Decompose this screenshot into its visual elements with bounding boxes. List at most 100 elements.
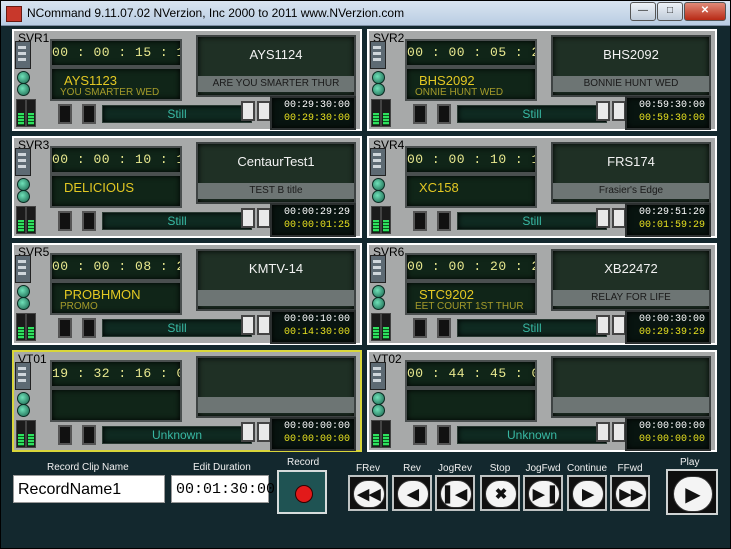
jogfwd-icon: ▶▐ (528, 480, 560, 508)
toggle-b[interactable] (257, 101, 271, 121)
status-display: Still (102, 105, 252, 123)
ffwd-button[interactable]: ▶▶ (610, 475, 650, 511)
indicator-light-icon (17, 297, 30, 310)
toggle-a[interactable] (241, 315, 255, 335)
deck-icon (15, 148, 31, 176)
jogrev-icon: ▌◀ (440, 480, 472, 508)
indicator-light-icon (372, 297, 385, 310)
toggle-a[interactable] (596, 101, 610, 121)
current-clip-title: YOU SMARTER WED (60, 87, 160, 98)
next-clip-title (198, 397, 354, 413)
duration-display: 00:00:30:00 00:29:39:29 (625, 310, 711, 344)
toggle-a[interactable] (596, 422, 610, 442)
indicator-light-icon (17, 404, 30, 417)
duration-remaining: 00:00:01:25 (283, 220, 350, 231)
duration-total: 00:59:30:00 (638, 100, 705, 111)
toggle-a[interactable] (596, 208, 610, 228)
close-button[interactable]: ✕ (684, 2, 726, 21)
audio-meter-left (16, 99, 26, 127)
slot-indicator (82, 211, 96, 231)
duration-total: 00:00:00:00 (283, 421, 350, 432)
slot-indicator (82, 425, 96, 445)
duration-total: 00:29:30:00 (283, 100, 350, 111)
continue-button[interactable]: ▶ (567, 475, 607, 511)
current-clip-display: PROBHMON PROMO (50, 281, 182, 315)
toggle-b[interactable] (612, 101, 626, 121)
channel-panel-svr3[interactable]: SVR3 00 : 00 : 10 : 17 DELICIOUS Centaur… (12, 136, 362, 238)
audio-meter-right (381, 313, 391, 341)
next-clip-id: CentaurTest1 (237, 154, 315, 169)
channel-panel-vt02[interactable]: VT02 00 : 44 : 45 : 04 Unknown 00:00:00:… (367, 350, 717, 452)
title-bar: NCommand 9.11.07.02 NVerzion, Inc 2000 t… (1, 1, 730, 26)
duration-remaining: 00:29:39:29 (638, 327, 705, 338)
timecode-display: 00 : 44 : 45 : 04 (405, 360, 537, 388)
duration-display: 00:29:30:00 00:29:30:00 (270, 96, 356, 130)
deck-icon (15, 41, 31, 69)
rev-button[interactable]: ◀ (392, 475, 432, 511)
duration-remaining: 00:29:30:00 (283, 113, 350, 124)
edit-duration-input[interactable]: 00:01:30:00 (171, 475, 275, 503)
slot-indicator (82, 318, 96, 338)
maximize-button[interactable]: □ (657, 2, 683, 21)
next-clip-title: BONNIE HUNT WED (553, 76, 709, 92)
record-clip-name-label: Record Clip Name (47, 462, 129, 473)
transport-label-jogfwd: JogFwd (525, 463, 561, 474)
record-button[interactable] (277, 470, 327, 514)
slot-indicator (437, 425, 451, 445)
record-icon (295, 485, 313, 503)
record-clip-name-input[interactable]: RecordName1 (13, 475, 165, 503)
status-display: Still (102, 319, 252, 337)
slot-indicator (437, 211, 451, 231)
slot-indicator (58, 318, 72, 338)
next-clip-title (198, 290, 354, 306)
next-clip-id: FRS174 (607, 154, 655, 169)
minimize-button[interactable]: — (630, 2, 656, 21)
audio-meter-right (381, 420, 391, 448)
channel-panel-svr6[interactable]: SVR6 00 : 00 : 20 : 29 STC9202 EET COURT… (367, 243, 717, 345)
toggle-a[interactable] (596, 315, 610, 335)
continue-icon: ▶ (572, 480, 604, 508)
channel-panel-svr4[interactable]: SVR4 00 : 00 : 10 : 12 XC158 FRS174 Fras… (367, 136, 717, 238)
toggle-a[interactable] (241, 101, 255, 121)
toggle-b[interactable] (257, 422, 271, 442)
indicator-light-icon (17, 190, 30, 203)
slot-indicator (413, 104, 427, 124)
audio-meter-left (371, 420, 381, 448)
toggle-b[interactable] (257, 315, 271, 335)
next-clip-title: TEST B title (198, 183, 354, 199)
deck-icon (15, 255, 31, 283)
duration-display: 00:59:30:00 00:59:30:00 (625, 96, 711, 130)
channel-panel-vt01[interactable]: VT01 19 : 32 : 16 : 00 Unknown 00:00:00:… (12, 350, 362, 452)
toggle-a[interactable] (241, 208, 255, 228)
toggle-b[interactable] (612, 315, 626, 335)
duration-total: 00:29:51:20 (638, 207, 705, 218)
indicator-light-icon (372, 190, 385, 203)
deck-icon (370, 41, 386, 69)
audio-meter-left (16, 206, 26, 234)
toggle-b[interactable] (612, 422, 626, 442)
toggle-b[interactable] (257, 208, 271, 228)
audio-meter-left (371, 99, 381, 127)
next-clip-title: Frasier's Edge (553, 183, 709, 199)
slot-indicator (58, 104, 72, 124)
slot-indicator (437, 318, 451, 338)
frev-button[interactable]: ◀◀ (348, 475, 388, 511)
jogfwd-button[interactable]: ▶▐ (523, 475, 563, 511)
status-display: Still (102, 212, 252, 230)
channel-panel-svr5[interactable]: SVR5 00 : 00 : 08 : 20 PROBHMON PROMO KM… (12, 243, 362, 345)
audio-meter-right (26, 313, 36, 341)
play-button[interactable]: ▶ (666, 469, 718, 515)
indicator-light-icon (372, 83, 385, 96)
status-display: Still (457, 319, 607, 337)
stop-button[interactable]: ✖ (480, 475, 520, 511)
next-clip-title: ARE YOU SMARTER THUR (198, 76, 354, 92)
toggle-b[interactable] (612, 208, 626, 228)
transport-label-jogrev: JogRev (438, 463, 472, 474)
channel-panel-svr2[interactable]: SVR2 00 : 00 : 05 : 26 BHS2092 ONNIE HUN… (367, 29, 717, 131)
audio-meter-right (381, 206, 391, 234)
channel-panel-svr1[interactable]: SVR1 00 : 00 : 15 : 18 AYS1123 YOU SMART… (12, 29, 362, 131)
toggle-a[interactable] (241, 422, 255, 442)
duration-remaining: 00:59:30:00 (638, 113, 705, 124)
jogrev-button[interactable]: ▌◀ (435, 475, 475, 511)
audio-meter-right (26, 206, 36, 234)
